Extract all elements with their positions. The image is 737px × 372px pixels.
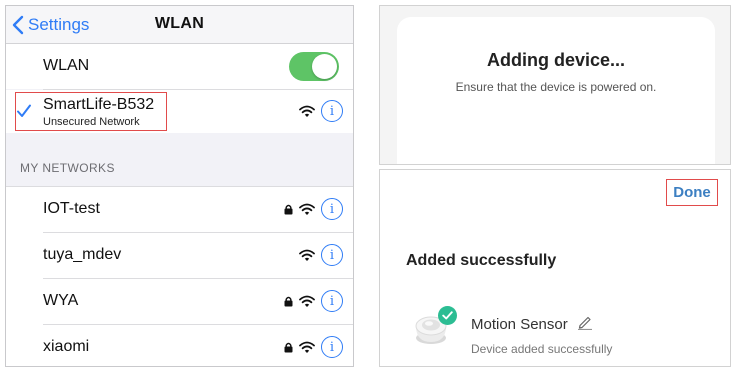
network-row[interactable]: WYA i [6,279,353,324]
network-status-icons: i [278,336,343,358]
info-icon[interactable]: i [321,336,343,358]
lock-icon [284,204,293,214]
network-status-icons: i [293,244,343,266]
adding-device-screen: Adding device... Ensure that the device … [379,5,731,165]
toggle-knob [312,54,337,79]
adding-device-card: Adding device... Ensure that the device … [397,17,715,164]
wifi-icon [299,203,315,215]
added-successfully-screen: Done Added successfully Motion Sensor De… [379,169,731,367]
network-row[interactable]: IOT-test i [6,187,353,232]
wifi-icon [299,249,315,261]
wifi-icon [299,341,315,353]
edit-pencil-icon[interactable] [577,314,593,330]
info-icon[interactable]: i [321,290,343,312]
connected-network-subtitle: Unsecured Network [43,116,140,128]
network-status-icons: i [278,198,343,220]
network-list: IOT-test i tuya_mdev i WYA i xiaomi i [6,186,353,366]
wlan-settings-screen: Settings WLAN WLAN i SmartLife-B532 Unse… [5,5,354,367]
wlan-row-label: WLAN [43,57,90,74]
adding-device-title: Adding device... [486,50,626,70]
network-name: xiaomi [43,338,90,355]
added-successfully-title: Added successfully [406,252,557,269]
done-button[interactable]: Done [666,179,718,206]
wlan-toggle-row: WLAN [6,44,353,89]
adding-device-subtitle: Ensure that the device is powered on. [455,80,657,94]
lock-icon [284,342,293,352]
section-header: MY NETWORKS [20,161,115,175]
connected-network-name: SmartLife-B532 [43,96,155,113]
network-row[interactable]: xiaomi i [6,325,353,366]
info-icon[interactable]: i [321,244,343,266]
device-name: Motion Sensor [471,316,568,333]
network-status-icons: i [293,100,343,122]
wifi-icon [299,105,315,117]
navigation-bar: Settings WLAN [6,6,353,44]
wlan-toggle[interactable] [289,52,339,81]
info-icon[interactable]: i [321,100,343,122]
success-check-icon [438,306,457,325]
info-icon[interactable]: i [321,198,343,220]
wifi-icon [299,295,315,307]
network-row[interactable]: tuya_mdev i [6,233,353,278]
network-name: tuya_mdev [43,246,122,263]
network-status-icons: i [278,290,343,312]
device-status: Device added successfully [471,342,613,356]
lock-icon [284,296,293,306]
network-name: IOT-test [43,200,100,217]
network-name: WYA [43,292,79,309]
page-title: WLAN [154,15,205,32]
